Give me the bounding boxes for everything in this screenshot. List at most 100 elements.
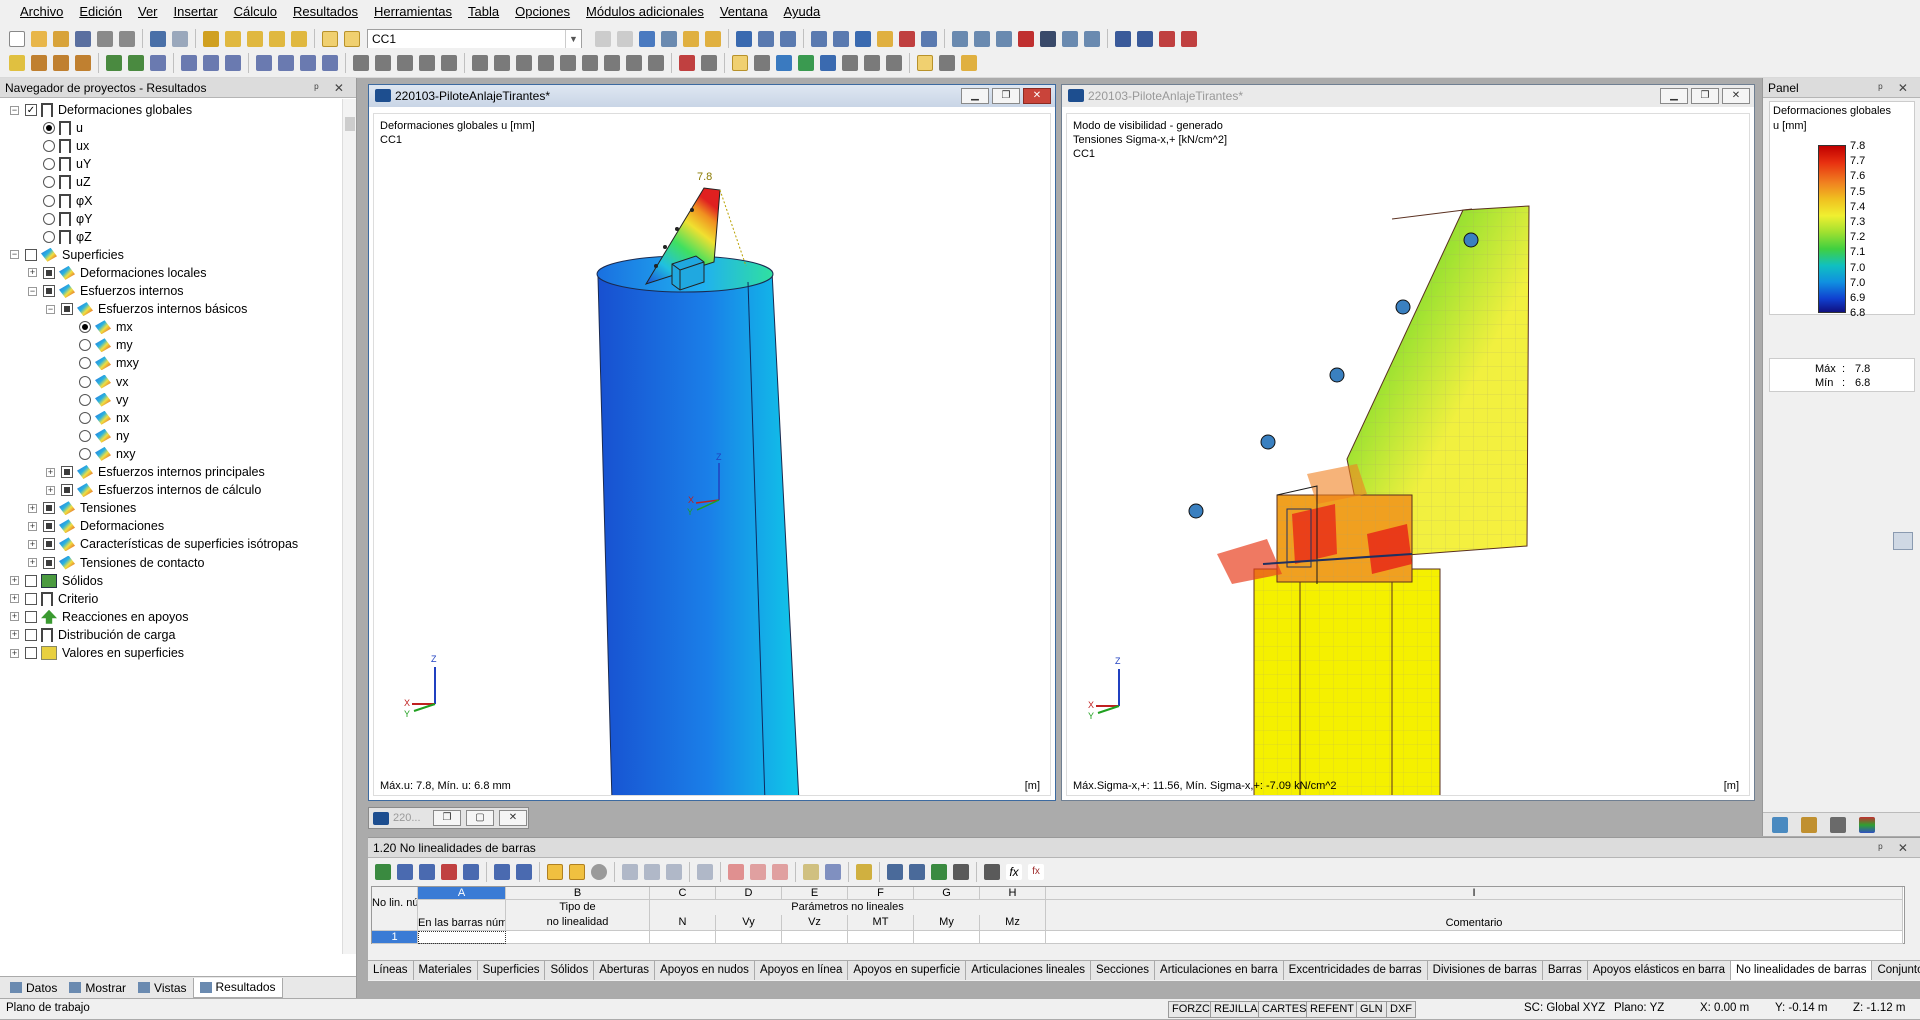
radio-button[interactable] [43,122,55,135]
column-letter-i[interactable]: I [1046,887,1903,900]
pin-close-icon[interactable]: ᵖ ✕ [1878,78,1914,98]
checkbox[interactable] [61,303,73,316]
table-tab[interactable]: No linealidades de barras [1731,961,1873,980]
tree-item[interactable]: uY [28,155,91,173]
zoom-out-icon[interactable] [538,54,554,71]
radio-button[interactable] [79,447,91,460]
undo-icon[interactable] [150,30,166,47]
minimize-icon[interactable]: ▁ [961,88,989,104]
clear-table-icon[interactable] [463,864,479,880]
delete-row-icon[interactable] [441,864,457,880]
tree-item[interactable]: + Características de superficies isótropa… [28,535,298,553]
sort-ascending-icon[interactable] [984,864,1000,880]
checkbox[interactable] [43,556,55,569]
status-toggle-button[interactable]: REFENT [1306,1001,1358,1018]
tree-item[interactable]: my [64,336,133,354]
tree-item[interactable]: − Esfuerzos internos [28,282,184,300]
view-icon[interactable] [1084,30,1100,47]
tree-item[interactable]: φZ [28,228,92,246]
zoom-in-icon[interactable] [516,54,532,71]
edit-icon[interactable] [203,30,219,47]
tree-item[interactable]: − Superficies [10,246,124,264]
table-tab[interactable]: Apoyos elásticos en barra [1588,961,1732,980]
display-icon[interactable] [842,54,858,71]
table-tab[interactable]: Articulaciones lineales [966,961,1091,980]
tree-item[interactable]: + Deformaciones locales [28,264,206,282]
move-icon[interactable] [353,54,369,71]
expand-toggle-icon[interactable]: + [10,630,19,640]
calculate-icon[interactable] [225,30,241,47]
prev-icon[interactable] [644,864,660,880]
color-scale-icon[interactable] [961,54,977,71]
graphic-canvas[interactable]: Modo de visibilidad - generado Tensiones… [1066,113,1750,796]
animation-icon[interactable] [736,30,752,47]
table-tab[interactable]: Líneas [368,961,414,980]
column-letter-a[interactable]: A [418,887,506,900]
legend-icon[interactable] [1772,816,1788,833]
table-tab[interactable]: Secciones [1091,961,1156,980]
tree-item[interactable]: + Esfuerzos internos de cálculo [46,481,261,499]
column-letter-g[interactable]: G [914,887,980,900]
status-toggle-button[interactable]: CARTES [1258,1001,1311,1018]
filter-on-icon[interactable] [547,864,563,880]
next-icon[interactable] [617,30,633,47]
expand-toggle-icon[interactable]: + [10,612,19,622]
view-front-icon[interactable] [604,54,620,71]
section-icon[interactable] [758,30,774,47]
result-beam-icon[interactable] [780,30,796,47]
menu-item-10[interactable]: Ventana [712,0,776,24]
tree-item[interactable]: uZ [28,173,91,191]
table-cell-mt[interactable] [848,931,914,944]
formula-icon[interactable]: fx [1006,864,1022,880]
refresh-icon[interactable] [591,864,607,880]
grid-icon[interactable] [811,30,827,47]
excel-import-icon[interactable] [375,864,391,880]
checkbox[interactable]: ✓ [25,104,37,116]
table-cell-mz[interactable] [980,931,1046,944]
radio-button[interactable] [43,140,55,153]
window-titlebar[interactable]: 220103-PiloteAnlajeTirantes* ▁ ❐ ✕ [1062,85,1754,107]
numbering-icon[interactable] [886,54,902,71]
checkbox[interactable] [25,628,37,641]
navigator-tab-2[interactable]: Vistas [132,978,192,998]
checkbox[interactable] [25,248,37,261]
column-icon[interactable] [803,864,819,880]
radio-button[interactable] [43,230,55,243]
table-tab[interactable]: Apoyos en nudos [655,961,755,980]
status-toggle-button[interactable]: FORZC [1168,1001,1214,1018]
radio-button[interactable] [79,429,91,442]
zoom-all-icon[interactable] [472,54,488,71]
select-icon[interactable] [9,54,25,71]
expand-toggle-icon[interactable]: + [10,594,19,604]
measure-icon[interactable] [679,54,695,71]
clear-formula-icon[interactable]: fx [1028,864,1044,880]
draw-surface-icon[interactable] [75,54,91,71]
restore-icon[interactable]: ❐ [433,810,461,826]
excel-export-icon[interactable] [931,864,947,880]
radio-button[interactable] [79,411,91,424]
filter-icon[interactable] [1830,816,1846,833]
guide-icon[interactable] [225,54,241,71]
checkbox[interactable] [43,520,55,533]
print-report-icon[interactable] [1159,30,1175,47]
table-tab[interactable]: Apoyos en línea [755,961,849,980]
table-tab[interactable]: Conjuntos de barras [1872,961,1920,980]
navigator-tab-1[interactable]: Mostrar [63,978,132,998]
close-icon[interactable]: ✕ [1722,88,1750,104]
rotate-icon[interactable] [375,54,391,71]
table-cell-members[interactable] [418,931,506,944]
expand-toggle-icon[interactable]: − [28,286,37,296]
expand-toggle-icon[interactable]: + [28,503,37,513]
expand-toggle-icon[interactable]: + [28,539,37,549]
support-icon[interactable] [855,30,871,47]
expand-toggle-icon[interactable]: + [28,268,37,278]
expand-toggle-icon[interactable]: − [10,250,19,260]
radio-button[interactable] [79,375,91,388]
menu-item-1[interactable]: Edición [71,0,130,24]
divide-icon[interactable] [441,54,457,71]
visibility-icon[interactable] [732,54,748,71]
expand-toggle-icon[interactable]: − [10,105,19,115]
tree-item[interactable]: − ✓ Deformaciones globales [10,101,192,119]
table-tab[interactable]: Divisiones de barras [1428,961,1543,980]
table-tab[interactable]: Aberturas [594,961,656,980]
